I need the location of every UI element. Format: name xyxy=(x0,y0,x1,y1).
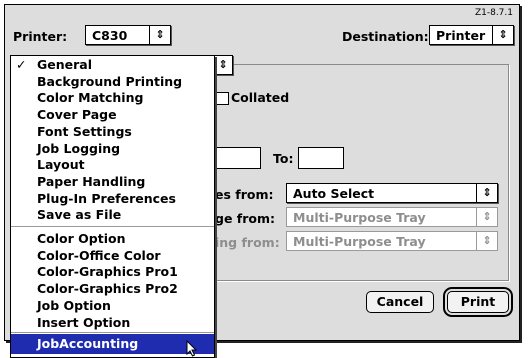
first-from-popup[interactable]: Multi-Purpose Tray ⇕ xyxy=(286,231,498,251)
menu-item[interactable]: Color-Office Color xyxy=(11,248,214,264)
destination-popup[interactable]: Printer ⇕ xyxy=(429,25,514,45)
first-from-label: ing from: xyxy=(215,235,280,250)
updown-arrows-icon: ⇕ xyxy=(213,56,232,74)
menu-item[interactable]: Job Option xyxy=(11,298,214,314)
cancel-button[interactable]: Cancel xyxy=(366,291,434,313)
updown-arrows-icon: ⇕ xyxy=(476,184,497,202)
menu-item[interactable]: Color Option xyxy=(11,231,214,247)
destination-value: Printer xyxy=(436,28,486,43)
updown-arrows-icon: ⇕ xyxy=(492,26,513,44)
remaining-from-label: ge from: xyxy=(215,211,275,226)
printer-value: C830 xyxy=(92,28,128,43)
updown-arrows-icon: ⇕ xyxy=(476,208,497,226)
updown-arrows-icon: ⇕ xyxy=(476,232,497,250)
print-button[interactable]: Print xyxy=(443,287,513,317)
section-menu: ✓ General Background Printing Color Matchin… xyxy=(10,55,215,358)
all-pages-from-label: es from: xyxy=(215,187,274,202)
menu-item[interactable]: Paper Handling xyxy=(11,174,214,190)
menu-item[interactable]: Background Printing xyxy=(11,74,214,90)
menu-item-selected[interactable]: JobAccounting xyxy=(11,334,214,355)
menu-separator xyxy=(11,226,214,227)
menu-item[interactable]: Cover Page xyxy=(11,107,214,123)
printer-label: Printer: xyxy=(13,29,68,44)
menu-separator xyxy=(11,332,214,334)
remaining-from-value: Multi-Purpose Tray xyxy=(293,210,426,225)
menu-item[interactable]: Color-Graphics Pro2 xyxy=(11,281,214,297)
to-page-field[interactable] xyxy=(298,147,344,169)
updown-arrows-icon: ⇕ xyxy=(149,26,170,44)
menu-item[interactable]: Layout xyxy=(11,157,214,173)
all-pages-from-value: Auto Select xyxy=(293,186,375,201)
menu-item[interactable]: Color Matching xyxy=(11,90,214,106)
printer-popup[interactable]: C830 ⇕ xyxy=(85,25,171,45)
first-from-value: Multi-Purpose Tray xyxy=(293,234,426,249)
collated-checkbox[interactable] xyxy=(216,92,229,105)
menu-item[interactable]: Insert Option xyxy=(11,315,214,331)
menu-item[interactable]: Font Settings xyxy=(11,124,214,140)
version-label: Z1-8.7.1 xyxy=(474,8,513,18)
arrow-cursor-icon xyxy=(186,340,198,357)
menu-item[interactable]: General xyxy=(11,57,214,73)
all-pages-from-popup[interactable]: Auto Select ⇕ xyxy=(286,183,498,203)
menu-item[interactable]: Color-Graphics Pro1 xyxy=(11,264,214,280)
menu-item[interactable]: Plug-In Preferences xyxy=(11,191,214,207)
remaining-from-popup[interactable]: Multi-Purpose Tray ⇕ xyxy=(286,207,498,227)
menu-item[interactable]: Job Logging xyxy=(11,141,214,157)
to-label: To: xyxy=(273,151,294,166)
menu-item[interactable]: Save as File xyxy=(11,207,214,223)
destination-label: Destination: xyxy=(342,29,429,44)
collated-label: Collated xyxy=(231,90,290,105)
